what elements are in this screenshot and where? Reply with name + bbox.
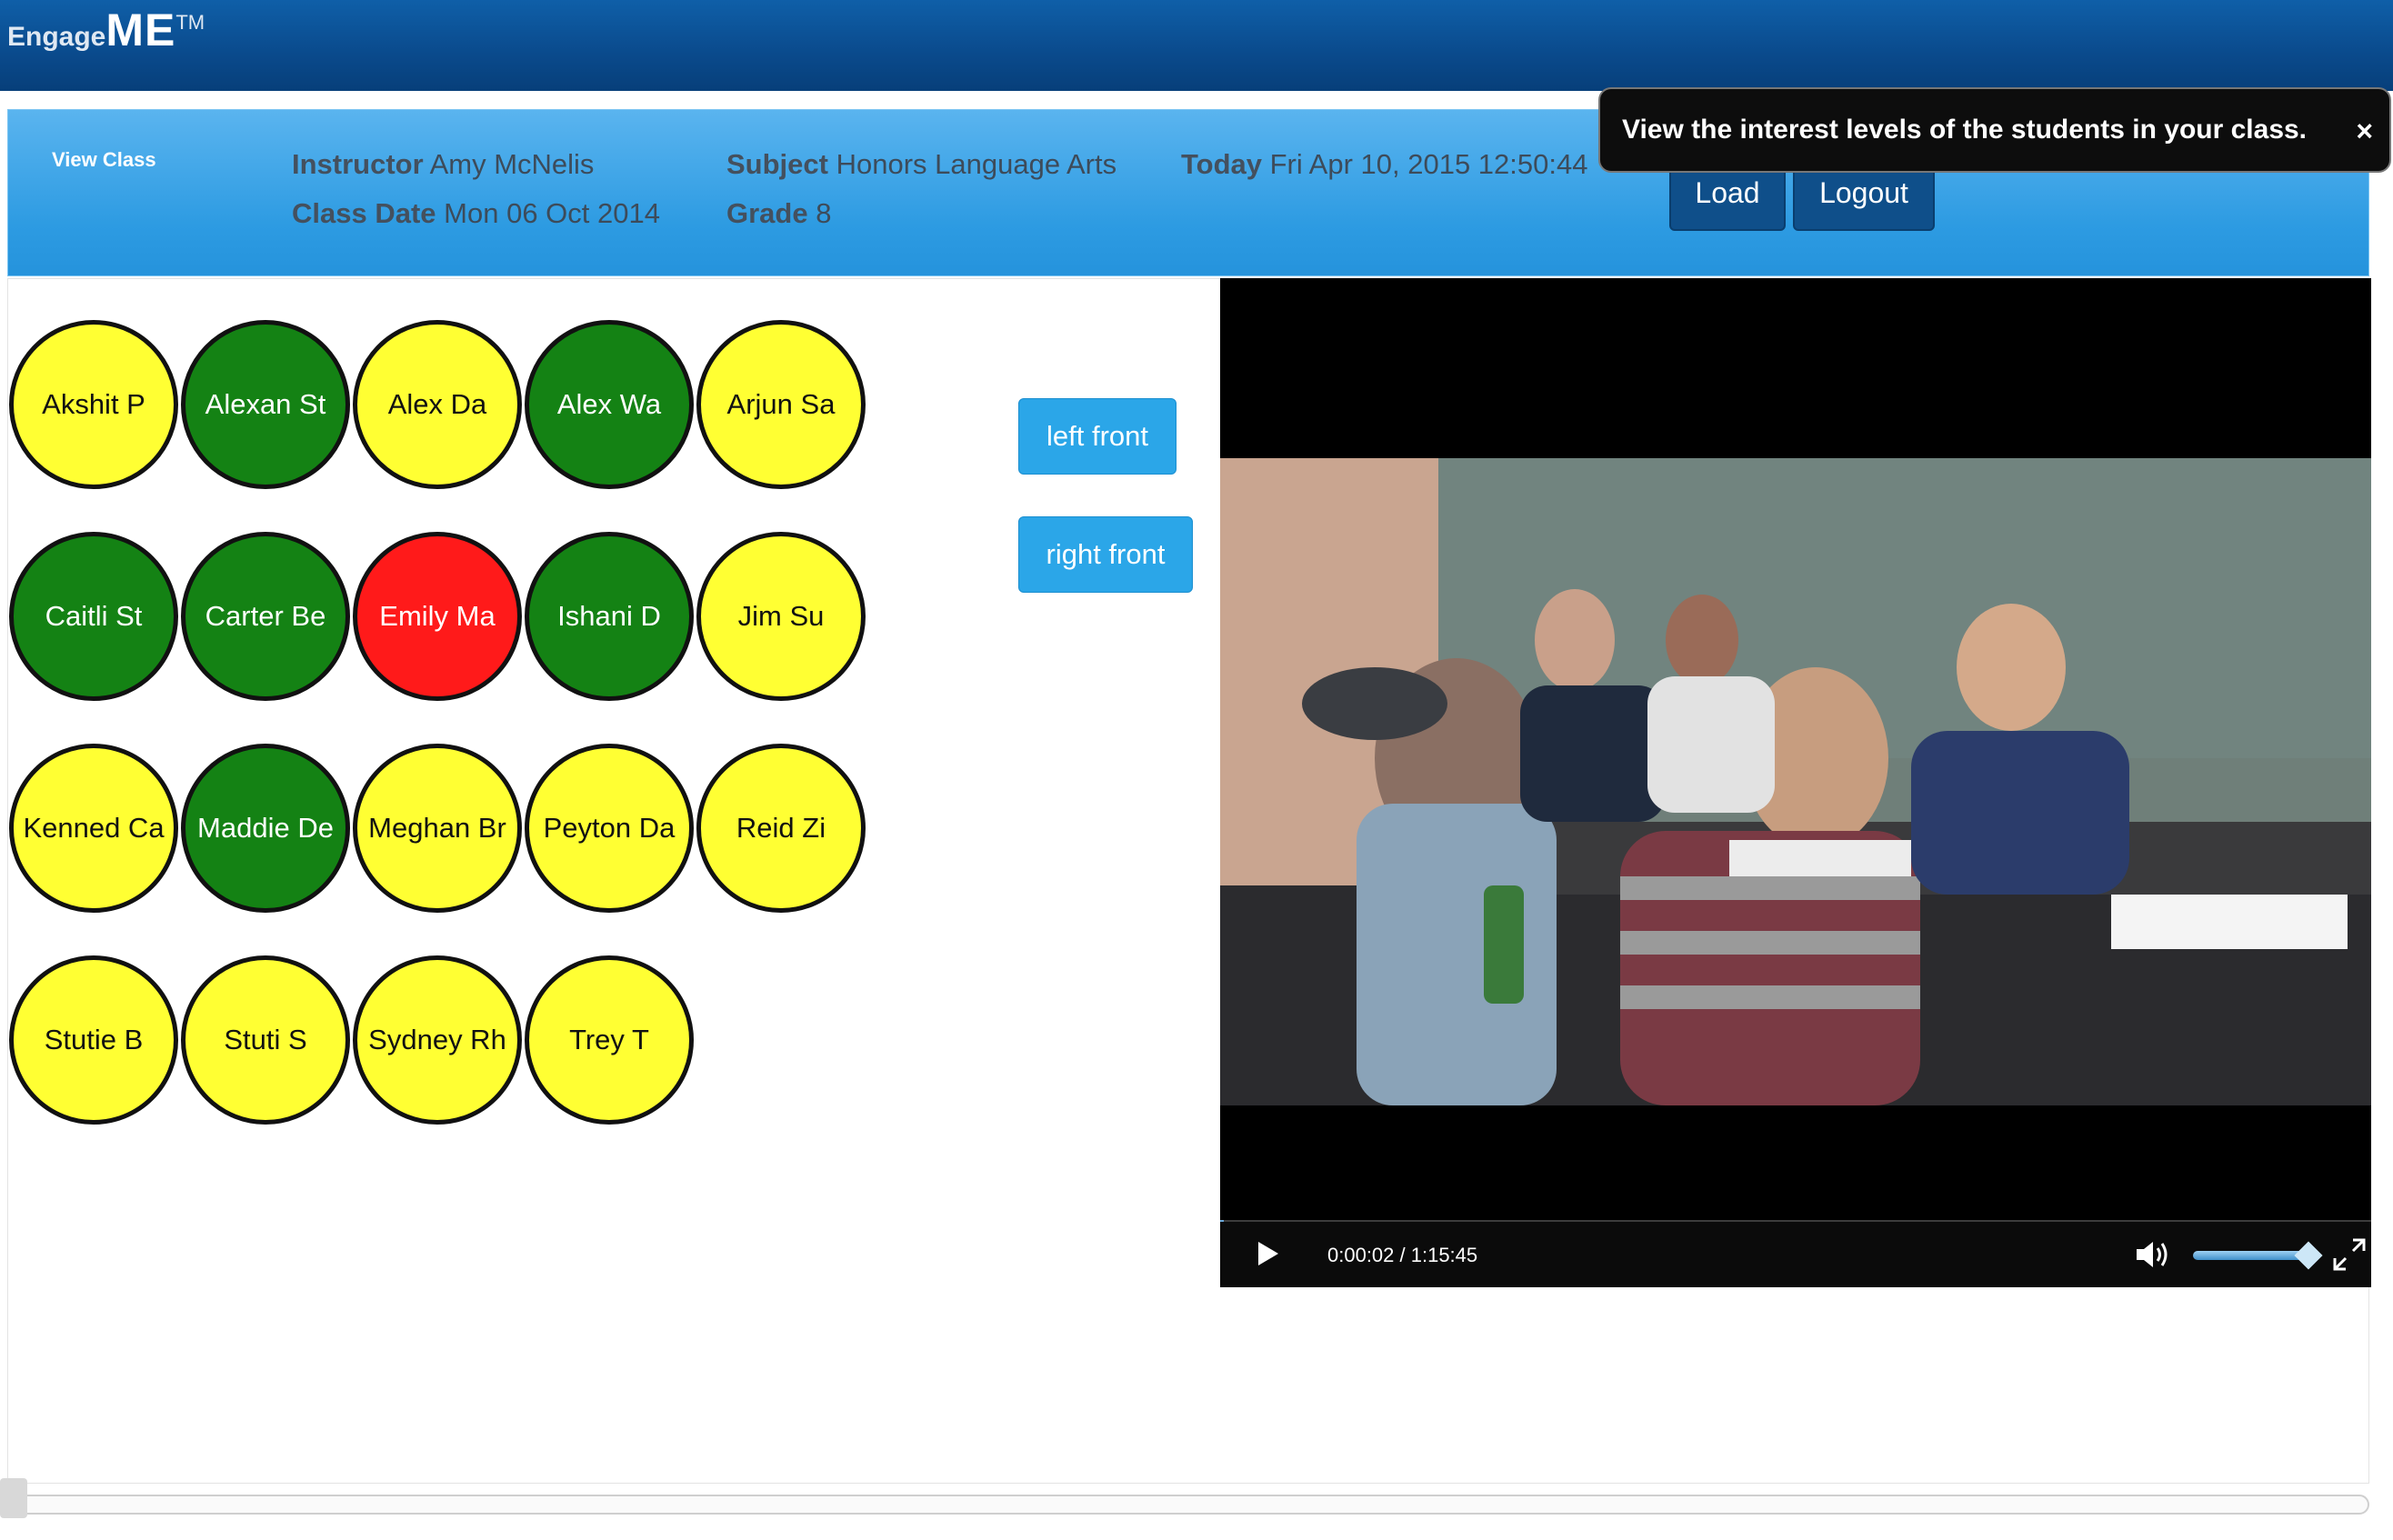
student-circle[interactable]: Kenned Ca xyxy=(9,744,178,913)
volume-slider[interactable] xyxy=(2193,1251,2309,1260)
student-circle[interactable]: Ishani D xyxy=(525,532,694,701)
volume-slider-handle[interactable] xyxy=(2294,1241,2323,1270)
student-circle[interactable]: Maddie De xyxy=(181,744,350,913)
student-circle[interactable]: Caitli St xyxy=(9,532,178,701)
class-date-field: Class Date Mon 06 Oct 2014 xyxy=(292,197,660,229)
today-field: Today Fri Apr 10, 2015 12:50:44 xyxy=(1181,148,1588,180)
video-time: 0:00:02 / 1:15:45 xyxy=(1327,1244,1478,1266)
classroom-scene-image xyxy=(1220,458,2371,1105)
student-circle[interactable]: Arjun Sa xyxy=(696,320,866,489)
student-circle[interactable]: Emily Ma xyxy=(353,532,522,701)
subject-field: Subject Honors Language Arts xyxy=(726,148,1117,180)
tooltip-text: View the interest levels of the students… xyxy=(1622,115,2308,145)
student-circle[interactable]: Alex Wa xyxy=(525,320,694,489)
right-front-camera-button[interactable]: right front xyxy=(1018,516,1193,593)
student-circle[interactable]: Meghan Br xyxy=(353,744,522,913)
student-circle[interactable]: Jim Su xyxy=(696,532,866,701)
instructor-field: Instructor Amy McNelis xyxy=(292,148,595,180)
horizontal-scrollbar-thumb[interactable] xyxy=(0,1478,27,1518)
student-circle[interactable]: Carter Be xyxy=(181,532,350,701)
help-tooltip: View the interest levels of the students… xyxy=(1598,87,2391,173)
grade-field: Grade 8 xyxy=(726,197,832,229)
video-controls: 0:00:02 / 1:15:45 xyxy=(1220,1222,2371,1287)
student-circle[interactable]: Alexan St xyxy=(181,320,350,489)
student-circle[interactable]: Reid Zi xyxy=(696,744,866,913)
top-header: EngageMETM xyxy=(0,0,2393,91)
fullscreen-icon[interactable] xyxy=(2331,1236,2368,1273)
play-icon[interactable] xyxy=(1258,1242,1278,1265)
volume-icon[interactable] xyxy=(2135,1238,2171,1271)
left-front-camera-button[interactable]: left front xyxy=(1018,398,1176,475)
tooltip-close-icon[interactable]: × xyxy=(2356,115,2373,148)
student-circle[interactable]: Peyton Da xyxy=(525,744,694,913)
student-circle[interactable]: Stuti S xyxy=(181,955,350,1125)
student-circle[interactable]: Trey T xyxy=(525,955,694,1125)
student-circle[interactable]: Sydney Rh xyxy=(353,955,522,1125)
student-circle[interactable]: Stutie B xyxy=(9,955,178,1125)
view-class-label: View Class xyxy=(52,148,156,171)
classroom-video-frame[interactable] xyxy=(1220,458,2371,1105)
student-circle[interactable]: Alex Da xyxy=(353,320,522,489)
student-circle[interactable]: Akshit P xyxy=(9,320,178,489)
horizontal-scrollbar[interactable] xyxy=(7,1495,2369,1515)
engageme-logo: EngageMETM xyxy=(7,5,205,55)
